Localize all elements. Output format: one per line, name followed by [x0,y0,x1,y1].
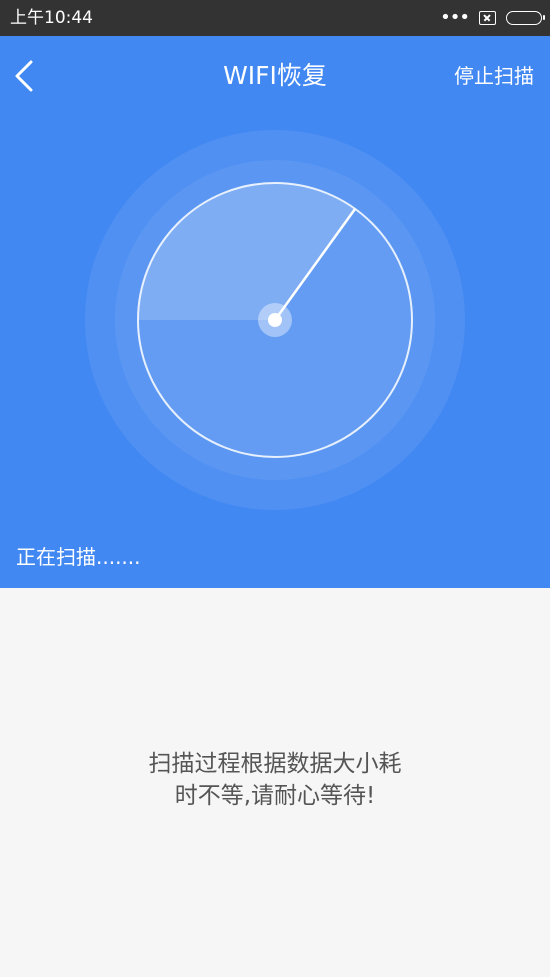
close-box-icon [479,11,496,25]
more-dots-icon: ••• [440,7,470,28]
stop-scan-button[interactable]: 停止扫描 [454,56,534,96]
radar-scanner [85,130,465,510]
wait-message: 扫描过程根据数据大小耗 时不等,请耐心等待! [0,748,550,812]
scan-status-text: 正在扫描....... [16,545,141,569]
status-bar: 上午10:44 ••• [0,0,550,36]
battery-icon [506,11,545,25]
radar-center-dot [268,313,282,327]
info-panel: 扫描过程根据数据大小耗 时不等,请耐心等待! [0,588,550,977]
status-time: 上午10:44 [10,8,93,28]
wait-message-line1: 扫描过程根据数据大小耗 [148,751,402,777]
wait-message-line2: 时不等,请耐心等待! [174,783,376,809]
scan-panel: WIFI恢复 停止扫描 正在扫描....... [0,36,550,588]
status-icons: ••• [440,7,545,28]
